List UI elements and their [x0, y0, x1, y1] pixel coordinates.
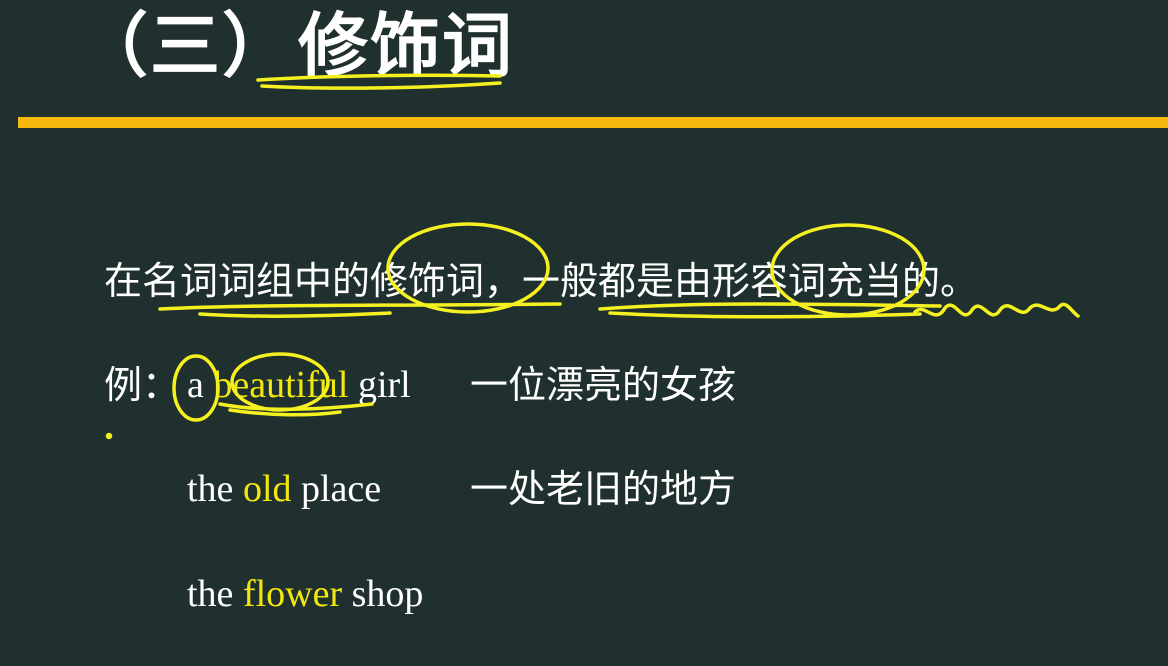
example-3-before: the	[187, 573, 243, 615]
example-phrase-1: a beautiful girl	[187, 356, 411, 414]
example-1-after: girl	[348, 364, 411, 406]
example-2-modifier: old	[242, 468, 292, 510]
example-1-before: a	[187, 364, 214, 406]
accent-divider	[18, 117, 1168, 128]
definition-text: 在名词词组中的修饰词，一般都是由形容词充当的。	[104, 259, 979, 303]
example-translation-1: 一位漂亮的女孩	[470, 363, 737, 407]
example-2-after: place	[291, 468, 382, 510]
example-1-modifier: beautiful	[213, 364, 349, 406]
handwritten-annotations	[105, 73, 1080, 440]
example-label: 例：	[104, 363, 181, 407]
slide-title: （三）修饰词	[78, 0, 514, 92]
section-heading: 修饰词	[298, 5, 514, 87]
example-translation-2: 一处老旧的地方	[470, 467, 737, 511]
example-phrase-3: the flower shop	[187, 565, 423, 623]
section-number: （三）	[78, 5, 294, 87]
stray-dot	[105, 432, 113, 440]
example-2-before: the	[187, 468, 243, 510]
example-3-after: shop	[342, 573, 424, 615]
example-3-modifier: flower	[242, 573, 343, 615]
example-phrase-2: the old place	[187, 460, 381, 518]
